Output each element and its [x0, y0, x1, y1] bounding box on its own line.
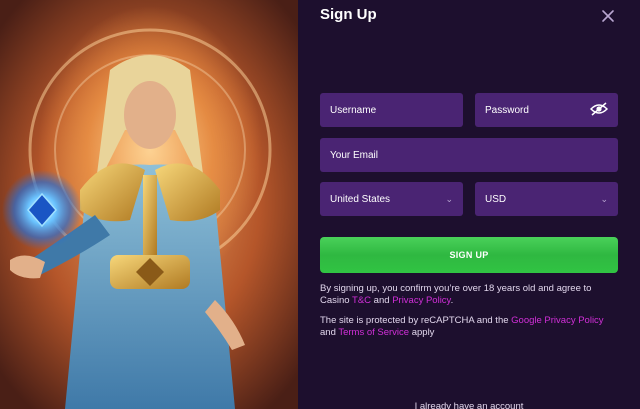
- age-text-part: .: [450, 295, 454, 306]
- chevron-down-icon: ⌄: [600, 193, 608, 204]
- country-value: United States: [330, 193, 391, 205]
- signup-button[interactable]: SIGN UP: [320, 237, 618, 273]
- username-input[interactable]: [320, 93, 463, 127]
- google-privacy-link[interactable]: Google Privacy Policy: [511, 315, 603, 326]
- hero-artwork: [0, 0, 298, 409]
- chevron-down-icon: ⌄: [445, 193, 453, 204]
- privacy-policy-link[interactable]: Privacy Policy: [392, 295, 450, 306]
- email-input[interactable]: [320, 138, 618, 172]
- currency-select[interactable]: USD ⌄: [475, 182, 618, 216]
- tc-link[interactable]: T&C: [352, 295, 371, 306]
- eye-icon[interactable]: [590, 101, 608, 117]
- signup-panel: Sign Up United States ⌄ USD ⌄ SIGN UP By…: [298, 0, 640, 409]
- existing-account-link[interactable]: I already have an account: [298, 401, 640, 409]
- age-agreement-text: By signing up, you confirm you’re over 1…: [320, 283, 620, 307]
- recaptcha-text-part: apply: [409, 327, 435, 338]
- age-text-part: and: [371, 295, 393, 306]
- country-select[interactable]: United States ⌄: [320, 182, 463, 216]
- wizard-illustration: [2, 28, 272, 409]
- recaptcha-text-part: and: [320, 327, 339, 338]
- recaptcha-text-part: The site is protected by reCAPTCHA and t…: [320, 315, 512, 326]
- terms-of-service-link[interactable]: Terms of Service: [338, 327, 409, 338]
- page-title: Sign Up: [320, 6, 377, 23]
- recaptcha-text: The site is protected by reCAPTCHA and t…: [320, 315, 620, 339]
- close-icon[interactable]: [598, 6, 618, 26]
- currency-value: USD: [485, 193, 507, 205]
